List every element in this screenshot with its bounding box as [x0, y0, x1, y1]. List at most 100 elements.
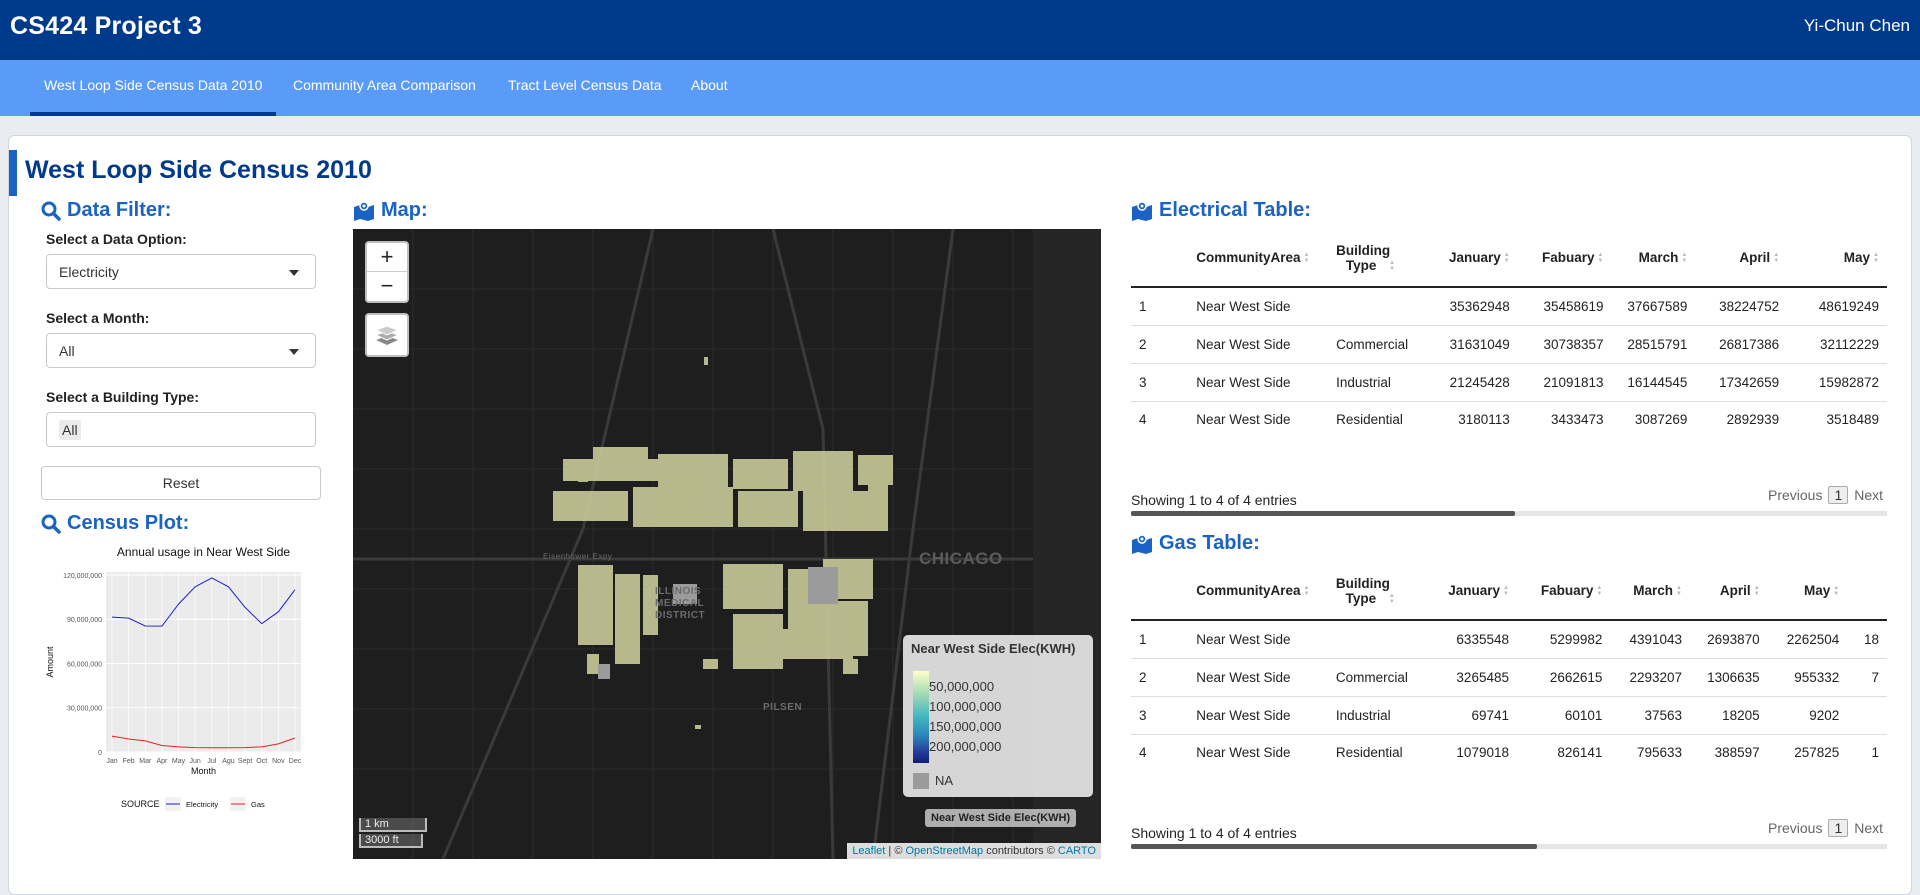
column-header[interactable]: Building Type ▲▼ — [1328, 229, 1424, 288]
table-row[interactable]: 1 Near West Side 6335548 5299982 4391043 2693… — [1131, 619, 1887, 658]
table-cell: 2662615 — [1516, 657, 1611, 696]
column-header-label: January — [1448, 250, 1501, 265]
column-header[interactable]: CommunityArea ▲▼ — [1188, 229, 1329, 288]
legend-label: Gas — [251, 800, 265, 809]
tab-west-loop[interactable]: West Loop Side Census Data 2010 — [30, 60, 277, 116]
column-header-label: March — [1638, 250, 1679, 265]
census-plot-title: Census Plot: — [67, 512, 190, 534]
sort-icon[interactable]: ▲▼ — [1833, 585, 1839, 597]
chevron-down-icon — [289, 270, 299, 276]
column-header[interactable]: Fabuary ▲▼ — [1517, 229, 1612, 288]
scrollbar-thumb[interactable] — [1131, 511, 1515, 516]
carto-link[interactable]: CARTO — [1058, 845, 1096, 857]
gas-prev-button[interactable]: Previous — [1768, 820, 1822, 836]
sort-icon[interactable]: ▲▼ — [1389, 593, 1395, 605]
table-row[interactable]: 4 Near West Side Residential 3180113 3433473… — [1131, 400, 1887, 429]
table-row[interactable]: 4 Near West Side Residential 1079018 826141 7… — [1131, 733, 1887, 762]
scrollbar-thumb[interactable] — [1131, 844, 1537, 849]
zoom-control: + − — [365, 241, 409, 303]
building-type-select[interactable]: All — [46, 412, 316, 447]
column-header[interactable]: May ▲▼ — [1787, 229, 1887, 288]
table-row[interactable]: 1 Near West Side 35362948 35458619 37667589 3… — [1131, 286, 1887, 325]
sort-icon[interactable]: ▲▼ — [1773, 252, 1779, 264]
data-option-select[interactable]: Electricity — [46, 254, 316, 289]
table-cell: 2293207 — [1610, 657, 1690, 696]
sort-icon[interactable]: ▲▼ — [1304, 585, 1310, 597]
table-cell: Near West Side — [1188, 619, 1328, 658]
tab-tract-level[interactable]: Tract Level Census Data — [494, 60, 676, 116]
electrical-scrollbar[interactable] — [1131, 511, 1887, 516]
column-header[interactable]: Building Type ▲▼ — [1327, 562, 1424, 621]
osm-link[interactable]: OpenStreetMap — [905, 845, 983, 857]
column-header[interactable]: March ▲▼ — [1611, 229, 1696, 288]
column-header[interactable]: January ▲▼ — [1423, 229, 1518, 288]
table-cell: 35362948 — [1423, 286, 1518, 325]
column-header[interactable]: Fabuary ▲▼ — [1516, 562, 1611, 621]
column-header-label: January — [1448, 583, 1500, 598]
column-header[interactable]: April ▲▼ — [1695, 229, 1788, 288]
gas-scrollbar[interactable] — [1131, 844, 1887, 849]
sort-icon[interactable]: ▲▼ — [1596, 585, 1602, 597]
column-header[interactable]: March ▲▼ — [1610, 562, 1690, 621]
gas-page-1[interactable]: 1 — [1828, 819, 1849, 837]
building-type-label: Select a Building Type: — [46, 389, 199, 405]
sort-icon[interactable]: ▲▼ — [1598, 252, 1604, 264]
column-header[interactable]: May ▲▼ — [1767, 562, 1848, 621]
sort-icon[interactable]: ▲▼ — [1304, 252, 1310, 264]
month-select[interactable]: All — [46, 333, 316, 368]
table-cell: Commercial — [1328, 324, 1424, 363]
sort-icon[interactable]: ▲▼ — [1503, 585, 1509, 597]
zoom-out-button[interactable]: − — [367, 272, 407, 301]
plot-background — [106, 572, 301, 752]
y-axis-label: Amount — [45, 646, 55, 678]
electrical-table-title: Electrical Table: — [1159, 199, 1311, 221]
sort-icon[interactable]: ▲▼ — [1504, 252, 1510, 264]
table-cell: 3 — [1131, 362, 1189, 401]
electrical-next-button[interactable]: Next — [1854, 487, 1883, 503]
column-header-label: April — [1739, 250, 1771, 265]
map-marked-icon — [1132, 533, 1152, 554]
sort-icon[interactable]: ▲▼ — [1681, 252, 1687, 264]
table-row[interactable]: 2 Near West Side Commercial 31631049 3073835… — [1131, 324, 1887, 363]
nav-bar: West Loop Side Census Data 2010 Communit… — [0, 60, 1920, 116]
reset-button[interactable]: Reset — [41, 466, 321, 500]
table-row[interactable]: 2 Near West Side Commercial 3265485 2662615 2… — [1131, 657, 1887, 696]
electrical-prev-button[interactable]: Previous — [1768, 487, 1822, 503]
x-tick-label: Apr — [156, 758, 168, 765]
column-header[interactable]: April ▲▼ — [1690, 562, 1768, 621]
building-type-chip[interactable]: All — [59, 419, 81, 440]
table-cell: 18205 — [1690, 695, 1768, 734]
gas-table-heading: Gas Table: — [1131, 532, 1260, 555]
column-header[interactable]: CommunityArea ▲▼ — [1188, 562, 1328, 621]
x-tick-label: Jun — [190, 758, 201, 765]
table-row[interactable]: 3 Near West Side Industrial 69741 60101 37563… — [1131, 695, 1887, 734]
sort-icon[interactable]: ▲▼ — [1873, 252, 1879, 264]
table-cell: 16144545 — [1611, 362, 1696, 401]
zoom-in-button[interactable]: + — [367, 243, 407, 272]
column-header — [1131, 229, 1189, 288]
table-cell: 31631049 — [1423, 324, 1518, 363]
tab-about[interactable]: About — [677, 60, 742, 116]
sort-icon[interactable]: ▲▼ — [1754, 585, 1760, 597]
legend-title: Near West Side Elec(KWH) — [911, 641, 1076, 656]
table-cell: 2693870 — [1690, 619, 1768, 658]
user-name: Yi-Chun Chen — [1803, 16, 1910, 35]
table-cell: 35458619 — [1517, 286, 1612, 325]
gas-info: Showing 1 to 4 of 4 entries — [1131, 825, 1297, 841]
table-row[interactable]: 3 Near West Side Industrial 21245428 2109181… — [1131, 362, 1887, 401]
leaflet-link[interactable]: Leaflet — [852, 845, 885, 857]
page-title: West Loop Side Census 2010 — [25, 156, 372, 184]
map-marked-icon — [1132, 200, 1152, 221]
leaflet-map[interactable]: CHICAGO PILSEN ILLINOIS MEDICAL DISTRICT… — [353, 229, 1101, 859]
layers-button[interactable] — [365, 313, 409, 357]
column-header-label: Building Type — [1335, 575, 1390, 606]
sort-icon[interactable]: ▲▼ — [1389, 260, 1395, 272]
sort-icon[interactable]: ▲▼ — [1676, 585, 1682, 597]
x-axis-label: Month — [191, 766, 216, 776]
tab-community-comparison[interactable]: Community Area Comparison — [279, 60, 490, 116]
table-cell: Near West Side — [1188, 324, 1329, 363]
column-header[interactable]: January ▲▼ — [1423, 562, 1517, 621]
table-cell — [1328, 286, 1424, 325]
gas-next-button[interactable]: Next — [1854, 820, 1883, 836]
electrical-page-1[interactable]: 1 — [1828, 486, 1849, 504]
